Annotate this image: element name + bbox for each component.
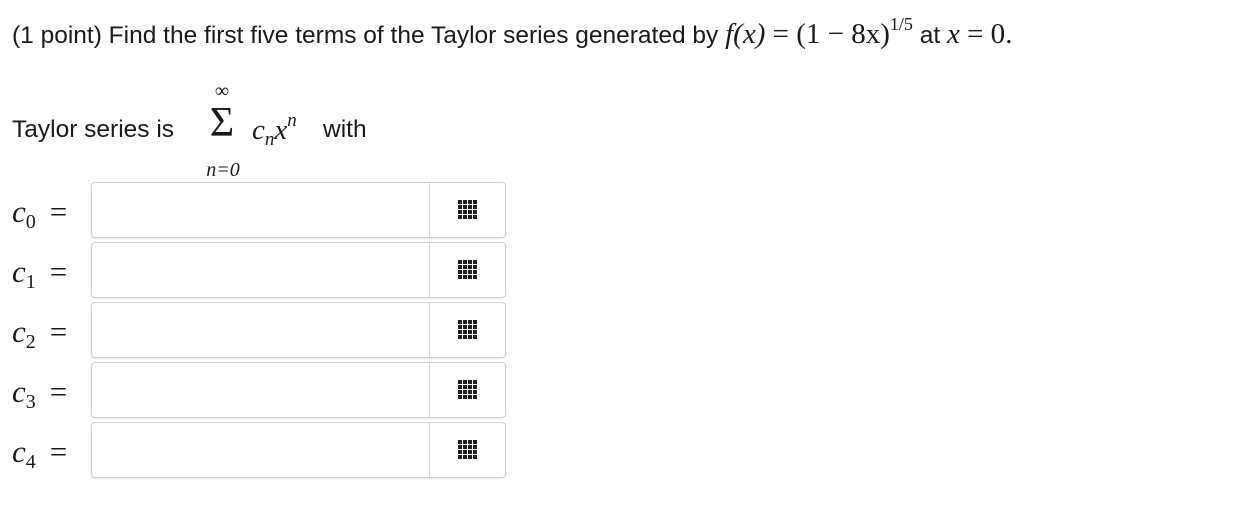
grid-icon [458,200,477,219]
summation: ∞ Σ n=0 [200,80,250,184]
problem-suffix: . [1005,18,1013,50]
coefficient-subscript: n [264,129,275,150]
grid-icon [458,440,477,459]
answer-label: c4 = [12,434,68,473]
answer-field [91,362,506,418]
grid-icon [458,260,477,279]
sigma-symbol: Σ [209,100,235,146]
coefficient-base: c [252,114,265,146]
answer-field [91,242,506,298]
grid-icon [458,380,477,399]
answer-row-c3: c3 = [0,362,520,420]
series-term: cnxn [252,110,297,150]
function-expression: = (1 − 8x) [765,18,890,50]
answer-row-c1: c1 = [0,242,520,300]
problem-statement: (1 point) Find the first five terms of t… [12,14,1012,56]
function-name: f(x) [725,18,766,50]
function-exponent: 1/5 [889,14,913,34]
point-variable: x [946,18,960,50]
answer-field [91,422,506,478]
equation-editor-button[interactable] [430,363,505,417]
answer-input-c4[interactable] [98,429,424,471]
equation-editor-button[interactable] [430,183,505,237]
series-intro: Taylor series is [12,116,175,143]
equation-editor-button[interactable] [430,243,505,297]
equation-editor-button[interactable] [430,423,505,477]
answer-label: c2 = [12,314,68,353]
answer-label: c3 = [12,374,68,413]
answer-label: c0 = [12,194,68,233]
answer-input-c3[interactable] [98,369,424,411]
problem-mid: at [912,22,947,49]
variable-exponent: n [287,110,297,131]
equation-editor-button[interactable] [430,303,505,357]
answer-field [91,182,506,238]
problem-prefix: (1 point) Find the first five terms of t… [12,22,726,49]
answer-input-c1[interactable] [98,249,424,291]
series-with: with [323,116,367,143]
answer-row-c0: c0 = [0,182,520,240]
answer-row-c4: c4 = [0,422,520,480]
answer-row-c2: c2 = [0,302,520,360]
variable-base: x [274,114,288,146]
answer-label: c1 = [12,254,68,293]
point-value: = 0 [959,18,1006,50]
answer-field [91,302,506,358]
answer-input-c0[interactable] [98,189,424,231]
grid-icon [458,320,477,339]
answer-input-c2[interactable] [98,309,424,351]
summation-lower-limit: n=0 [206,159,240,181]
